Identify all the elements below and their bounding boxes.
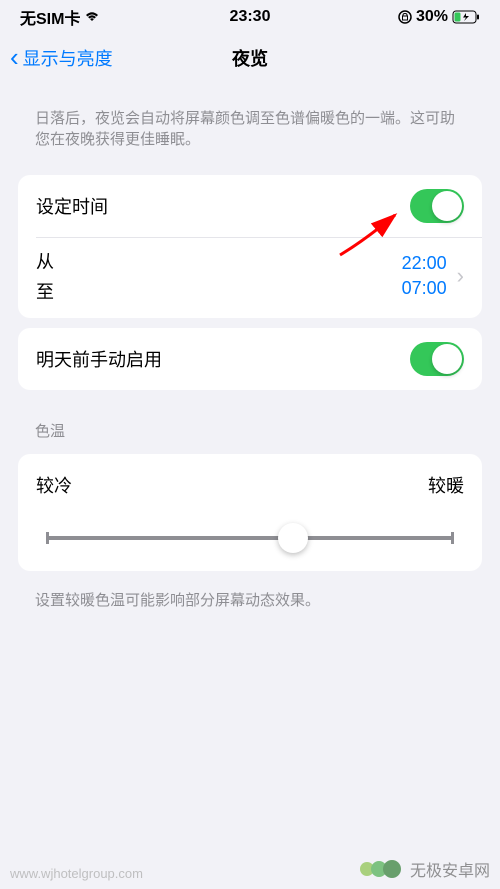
status-bar: 无SIM卡 23:30 30% [0,0,500,32]
schedule-group: 设定时间 从 至 22:00 07:00 › [18,175,482,318]
chevron-left-icon: ‹ [10,42,19,73]
schedule-time-row[interactable]: 从 至 22:00 07:00 › [18,238,482,318]
watermark-brand: 无极安卓网 [410,857,490,881]
description-text: 日落后，夜览会自动将屏幕颜色调至色谱偏暖色的一端。这可助您在夜晚获得更佳睡眠。 [0,83,500,165]
from-label: 从 [36,248,54,274]
slider-tick-min [46,532,49,544]
temperature-header: 色温 [0,400,500,446]
less-warm-label: 较冷 [36,472,72,498]
status-time: 23:30 [230,8,271,26]
chevron-right-icon: › [457,263,464,289]
carrier-text: 无SIM卡 [20,5,80,29]
manual-group: 明天前手动启用 [18,328,482,390]
to-label: 至 [36,278,54,304]
back-button[interactable]: ‹ 显示与亮度 [10,42,113,73]
watermark-url: www.wjhotelgroup.com [10,866,143,881]
scheduled-toggle[interactable] [410,189,464,223]
page-title: 夜览 [232,45,268,71]
orientation-lock-icon [398,10,412,24]
manual-toggle[interactable] [410,342,464,376]
to-time: 07:00 [402,278,447,299]
from-time: 22:00 [402,253,447,274]
toggle-knob [432,191,462,221]
temperature-slider[interactable] [36,523,464,553]
slider-track [46,536,454,540]
watermark-logo-icon [359,858,404,880]
temperature-group: 较冷 较暖 [18,454,482,571]
scheduled-label: 设定时间 [36,193,108,219]
toggle-knob [432,344,462,374]
battery-percent: 30% [416,8,448,26]
back-label: 显示与亮度 [23,45,113,71]
watermark: www.wjhotelgroup.com 无极安卓网 [0,857,500,881]
wifi-icon [84,11,100,23]
nav-bar: ‹ 显示与亮度 夜览 [0,32,500,83]
slider-tick-max [451,532,454,544]
slider-thumb[interactable] [278,523,308,553]
temperature-footer: 设置较暖色温可能影响部分屏幕动态效果。 [0,579,500,620]
manual-row: 明天前手动启用 [18,328,482,390]
battery-icon [452,10,480,24]
more-warm-label: 较暖 [428,472,464,498]
manual-label: 明天前手动启用 [36,346,162,372]
scheduled-row: 设定时间 [18,175,482,237]
